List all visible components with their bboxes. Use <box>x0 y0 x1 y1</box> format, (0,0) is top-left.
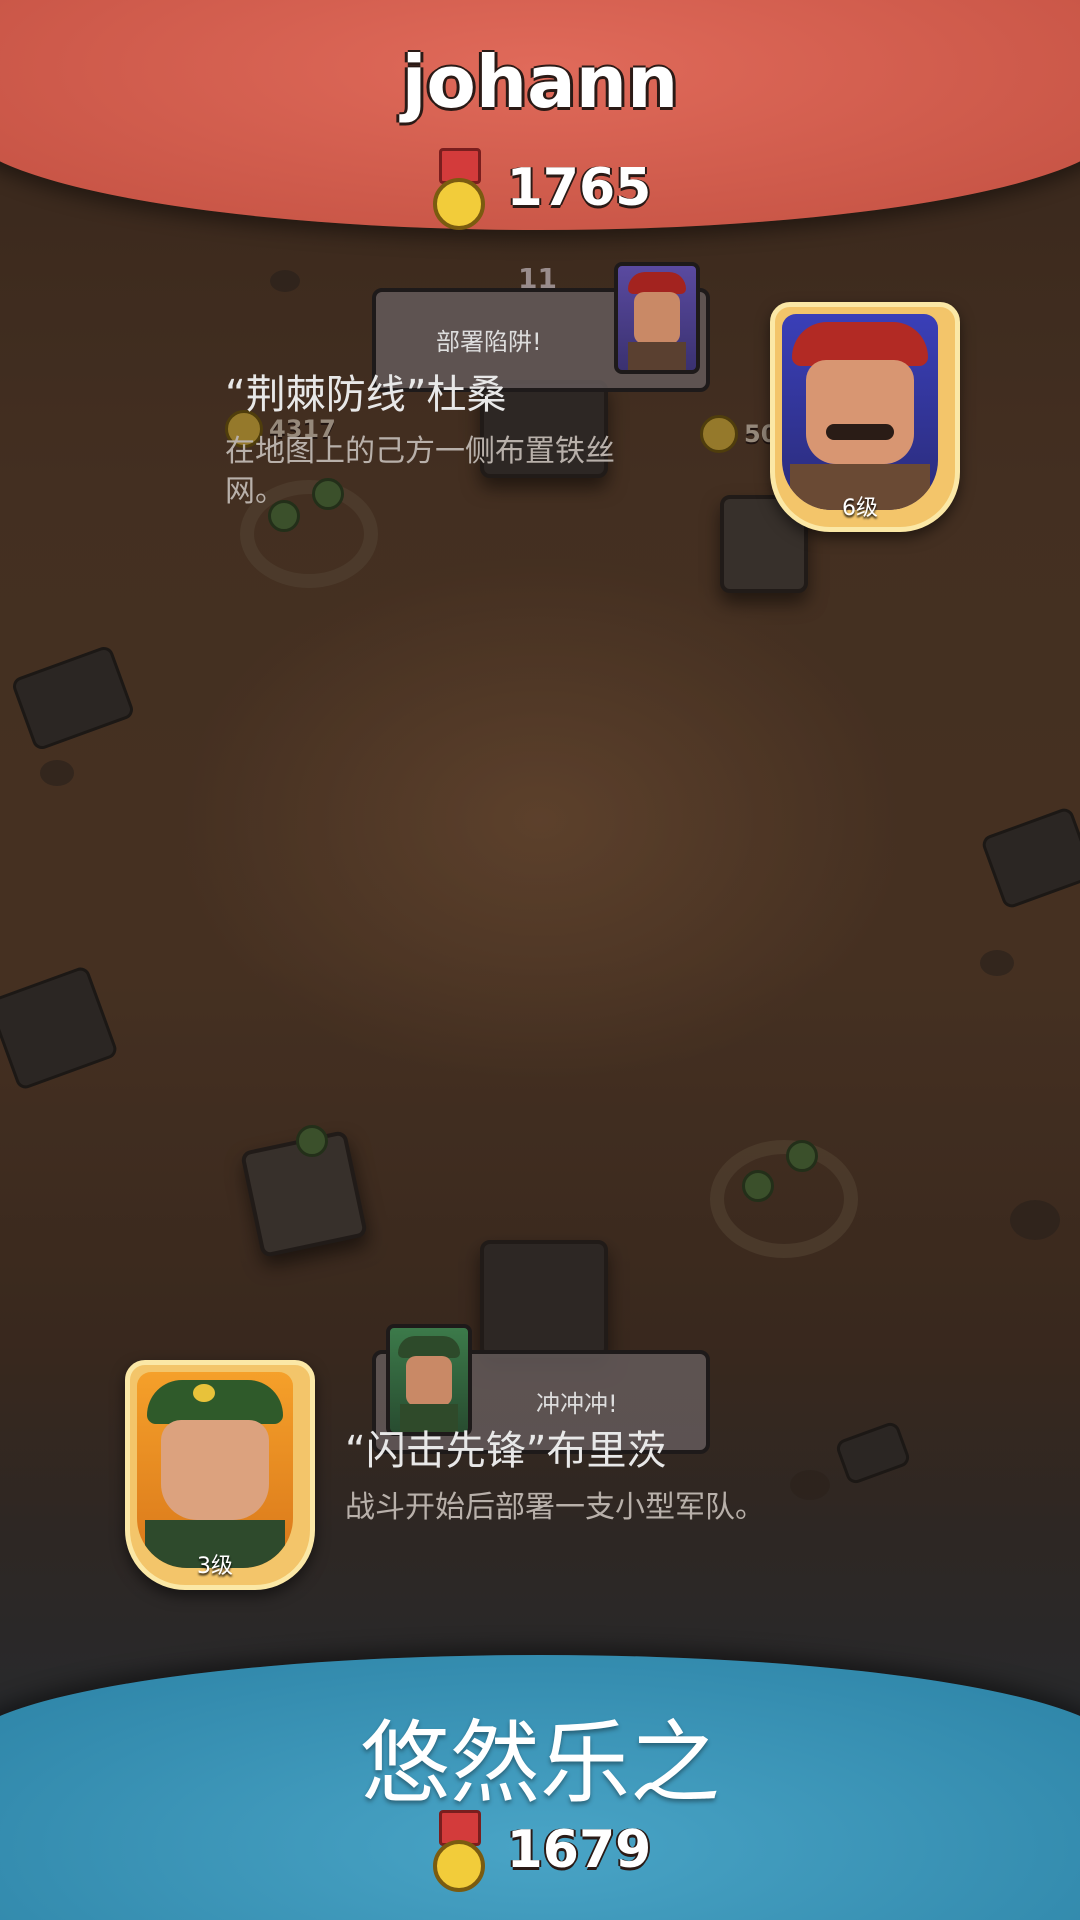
opponent-commander-portrait <box>782 314 938 510</box>
trophy-icon <box>429 1810 485 1892</box>
opponent-commander-description: 在地图上的己方一侧布置铁丝网。 <box>225 434 615 509</box>
player-commander-title: “闪击先锋”布里茨 <box>345 1428 667 1474</box>
player-commander-level: 3级 <box>197 1554 233 1579</box>
player-speech-text: 冲冲冲! <box>536 1390 618 1418</box>
player-commander-description: 战斗开始后部署一支小型军队。 <box>345 1490 765 1525</box>
opponent-name: johann <box>401 40 679 124</box>
trophy-icon <box>429 148 485 230</box>
opponent-commander-card[interactable]: 6级 <box>770 302 960 547</box>
player-name: 悠然乐之 <box>360 1711 720 1816</box>
opponent-trophy-row: 1765 <box>0 148 1080 230</box>
player-trophies: 1679 <box>506 1820 652 1880</box>
player-commander-card[interactable]: 3级 <box>125 1360 315 1605</box>
battle-map: 4317 50 11 johann 1765 部署陷阱! “荆棘防线”杜桑 在地… <box>0 0 1080 1920</box>
opponent-mini-portrait <box>614 262 700 374</box>
opponent-trophies: 1765 <box>506 158 652 218</box>
opponent-speech-text: 部署陷阱! <box>436 328 542 356</box>
opponent-commander-level: 6级 <box>842 496 878 521</box>
player-trophy-row: 1679 <box>0 1810 1080 1892</box>
opponent-commander-title: “荆棘防线”杜桑 <box>225 372 507 418</box>
player-commander-portrait <box>137 1372 293 1568</box>
